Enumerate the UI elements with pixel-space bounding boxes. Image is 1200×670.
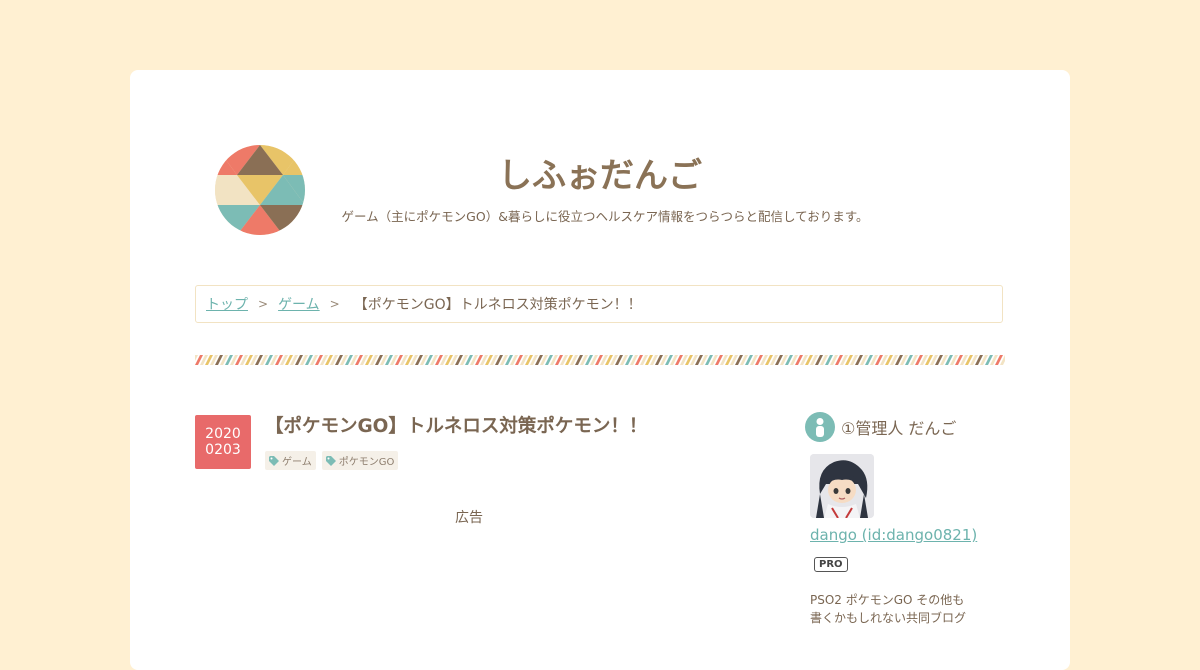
breadcrumb-link-top[interactable]: トップ xyxy=(206,294,248,314)
site-logo-icon[interactable] xyxy=(215,145,305,235)
user-icon xyxy=(805,412,835,442)
category-tag[interactable]: ゲーム xyxy=(265,451,316,470)
entry-date-year: 2020 xyxy=(205,426,241,442)
tag-icon xyxy=(269,455,279,466)
decorative-stripe-divider xyxy=(195,355,1005,365)
avatar-image xyxy=(810,454,874,518)
sidebar-module-heading: ①管理人 だんご xyxy=(805,412,956,442)
category-tag-label: ゲーム xyxy=(282,457,312,468)
breadcrumb: トップ > ゲーム > 【ポケモンGO】トルネロス対策ポケモン！！ xyxy=(195,285,1003,323)
profile-description-line: 書くかもしれない共同ブログ xyxy=(810,611,967,625)
entry-date-monthday: 0203 xyxy=(205,442,241,458)
profile-name-link[interactable]: dango (id:dango0821) xyxy=(810,526,977,544)
breadcrumb-separator: > xyxy=(329,297,340,311)
site-title[interactable]: しふぉだんご xyxy=(450,156,750,196)
ad-label: 広告 xyxy=(455,510,483,526)
profile-description: PSO2 ポケモンGO その他も 書くかもしれない共同ブログ xyxy=(810,591,990,627)
entry-title[interactable]: 【ポケモンGO】トルネロス対策ポケモン！！ xyxy=(265,412,647,438)
profile-description-line: PSO2 ポケモンGO その他も xyxy=(810,593,965,607)
sidebar-heading-text: ①管理人 だんご xyxy=(841,419,957,438)
main-card: しふぉだんご ゲーム（主にポケモンGO）&暮らしに役立つヘルスケア情報をつらつら… xyxy=(130,70,1070,670)
avatar[interactable] xyxy=(810,454,874,518)
site-description: ゲーム（主にポケモンGO）&暮らしに役立つヘルスケア情報をつらつらと配信しており… xyxy=(341,209,869,224)
breadcrumb-separator: > xyxy=(258,297,269,311)
category-tag[interactable]: ポケモンGO xyxy=(321,451,399,470)
breadcrumb-link-game[interactable]: ゲーム xyxy=(278,294,320,314)
category-tag-label: ポケモンGO xyxy=(338,457,395,468)
pro-badge: PRO xyxy=(814,557,848,572)
entry-tags: ゲーム ポケモンGO xyxy=(265,451,399,470)
tag-icon xyxy=(325,455,336,466)
breadcrumb-current: 【ポケモンGO】トルネロス対策ポケモン！！ xyxy=(353,297,642,313)
entry-date-badge[interactable]: 2020 0203 xyxy=(195,415,251,469)
